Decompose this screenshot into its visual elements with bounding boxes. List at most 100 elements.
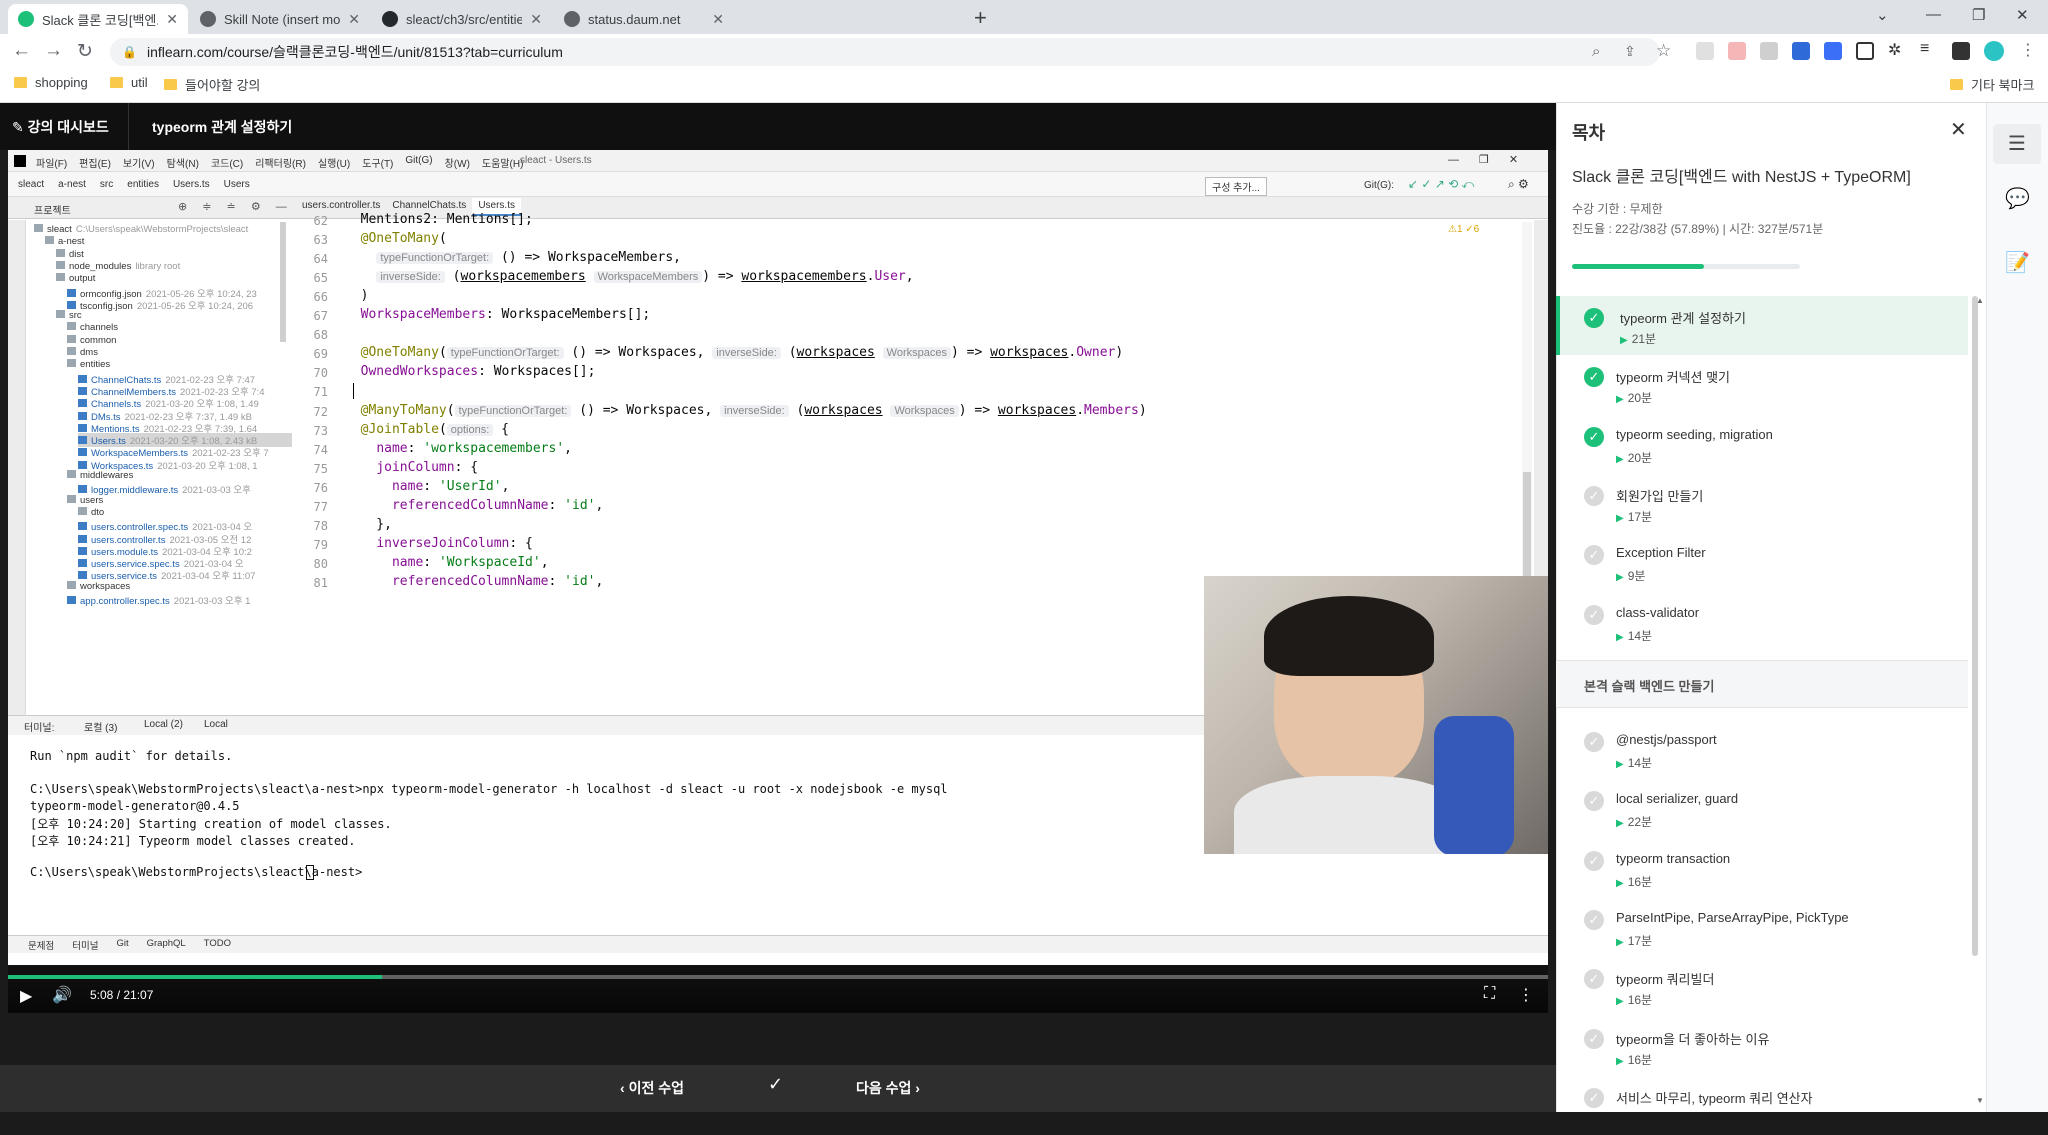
extensions-puzzle-icon[interactable]: ✲ — [1888, 40, 1901, 60]
menu-item[interactable]: 도움말(H) — [482, 155, 523, 170]
tree-node[interactable]: output — [56, 273, 95, 284]
git-actions[interactable]: ↙ ✓ ↗ ⟲ ⤺ — [1408, 177, 1474, 192]
lesson-item[interactable]: ✓ typeorm 커넥션 맺기 ▶ 20분 — [1556, 355, 1968, 414]
fullscreen-icon[interactable]: ⛶ — [1484, 985, 1495, 1003]
share-icon[interactable]: ⇪ — [1624, 43, 1636, 60]
play-icon[interactable]: ▶ — [20, 986, 32, 1006]
extension-icon[interactable] — [1824, 42, 1842, 60]
tree-node[interactable]: entities — [67, 359, 110, 370]
terminal-tab[interactable]: 터미널: — [24, 719, 54, 734]
tree-node[interactable]: middlewares — [67, 470, 133, 481]
tree-node[interactable]: dist — [56, 248, 84, 260]
tree-node[interactable]: src — [56, 310, 82, 321]
menu-item[interactable]: 코드(C) — [211, 155, 243, 170]
search-everywhere-icon[interactable]: ⌕ ⚙ — [1508, 177, 1529, 192]
tree-node[interactable]: tsconfig.json 2021-05-26 오후 10:24, 206 — [67, 298, 253, 312]
menu-item[interactable]: 리팩터링(R) — [255, 155, 306, 170]
tool-window-button[interactable]: 문제점 — [28, 938, 54, 952]
browser-tab[interactable]: Skill Note (insert mode) ✕ — [190, 4, 370, 34]
menu-item[interactable]: 도구(T) — [362, 155, 393, 170]
question-chat-icon[interactable]: 💬 — [2005, 186, 2030, 211]
tool-window-button[interactable]: GraphQL — [147, 938, 186, 952]
section-header[interactable]: 본격 슬랙 백엔드 만들기 — [1556, 660, 1968, 708]
terminal-tab[interactable]: Local — [204, 719, 228, 730]
lesson-item[interactable]: ✓ typeorm을 더 좋아하는 이유 ▶ 16분 — [1556, 1017, 1968, 1076]
extension-icon[interactable] — [1760, 42, 1778, 60]
volume-icon[interactable]: 🔊 — [52, 985, 72, 1005]
lesson-item[interactable]: ✓ ParseIntPipe, ParseArrayPipe, PickType ▶… — [1556, 898, 1968, 957]
back-icon[interactable]: ← — [12, 40, 31, 62]
side-panel-icon[interactable] — [1952, 42, 1970, 60]
tree-scrollbar[interactable] — [280, 222, 286, 342]
bookmark-other[interactable]: 기타 북마크 — [1950, 75, 2034, 94]
tool-window-button[interactable]: TODO — [204, 938, 231, 952]
video-progress-bar[interactable] — [8, 975, 1548, 979]
close-icon[interactable]: ✕ — [166, 11, 178, 28]
address-bar[interactable]: 🔒 inflearn.com/course/슬랙클론코딩-백엔드/unit/81… — [110, 38, 1660, 66]
minimize-button[interactable]: — — [1926, 6, 1941, 23]
browser-tab[interactable]: sleact/ch3/src/entities at master ✕ — [372, 4, 552, 34]
close-icon[interactable]: ✕ — [712, 11, 724, 28]
complete-check-button[interactable]: ✓ — [768, 1074, 783, 1095]
project-toolbar[interactable]: ⊕ ≑ ≐ ⚙ — — [178, 200, 293, 213]
menu-item[interactable]: Git(G) — [405, 155, 432, 170]
tree-node[interactable]: sleact C:\Users\speak\WebstormProjects\sl… — [34, 224, 248, 235]
note-icon[interactable]: 📝 — [2005, 250, 2030, 275]
scroll-down-icon[interactable]: ▼ — [1976, 1096, 1984, 1105]
breadcrumb-item[interactable]: Users.ts — [173, 179, 210, 190]
terminal-tab[interactable]: 로컬 (3) — [84, 719, 117, 734]
tree-node[interactable]: channels — [67, 322, 118, 333]
tree-node[interactable]: workspaces — [67, 580, 130, 592]
browser-tab[interactable]: Slack 클론 코딩[백엔드 with Ne ✕ — [8, 4, 188, 34]
breadcrumb-item[interactable]: Users — [224, 179, 250, 190]
bookmark-lectures[interactable]: 들어야할 강의 — [164, 75, 260, 94]
editor-scroll-thumb[interactable] — [1523, 472, 1531, 582]
tree-node[interactable]: node_modules library root — [56, 260, 180, 272]
tree-node[interactable]: users — [67, 494, 103, 506]
breadcrumb-item[interactable]: sleact — [18, 179, 44, 190]
tool-window-button[interactable]: 터미널 — [72, 938, 98, 952]
extension-icon[interactable] — [1728, 42, 1746, 60]
project-label[interactable]: 프로젝트 — [34, 202, 71, 217]
close-window-button[interactable]: ✕ — [2016, 6, 2029, 24]
menu-item[interactable]: 보기(V) — [123, 155, 155, 170]
tree-node[interactable]: app.controller.spec.ts 2021-03-03 오후 1 — [67, 593, 250, 607]
close-icon[interactable]: ✕ — [348, 11, 360, 28]
scroll-up-icon[interactable]: ▲ — [1976, 296, 1984, 305]
menu-item[interactable]: 편집(E) — [79, 155, 111, 170]
terminal-tab[interactable]: Local (2) — [144, 719, 183, 730]
lesson-item[interactable]: ✓ local serializer, guard ▶ 22분 — [1556, 779, 1968, 838]
menu-item[interactable]: 창(W) — [445, 155, 470, 170]
extension-icon[interactable] — [1856, 42, 1874, 60]
lesson-item[interactable]: ✓ typeorm 쿼리빌더 ▶ 16분 — [1556, 957, 1968, 1016]
tab-search-icon[interactable]: ⌄ — [1876, 6, 1889, 24]
dashboard-link[interactable]: ✎ 강의 대시보드 — [12, 117, 109, 137]
tool-window-button[interactable]: Git — [116, 938, 128, 952]
extension-icon[interactable] — [1696, 42, 1714, 60]
menu-item[interactable]: 실행(U) — [318, 155, 350, 170]
lesson-item[interactable]: ✓ typeorm 관계 설정하기 ▶ 21분 — [1556, 296, 1968, 355]
lesson-item[interactable]: ✓ typeorm transaction ▶ 16분 — [1556, 839, 1968, 898]
reload-icon[interactable]: ↻ — [77, 40, 93, 63]
restore-button[interactable]: ❐ — [1972, 6, 1985, 24]
next-lesson-button[interactable]: 다음 수업 › — [856, 1078, 920, 1098]
more-menu-icon[interactable]: ⋮ — [2020, 40, 2036, 60]
extension-icon[interactable] — [1792, 42, 1810, 60]
prev-lesson-button[interactable]: ‹ 이전 수업 — [620, 1078, 684, 1098]
breadcrumb-item[interactable]: entities — [127, 179, 159, 190]
add-configuration-button[interactable]: 구성 추가... — [1205, 177, 1267, 196]
menu-item[interactable]: 파일(F) — [36, 155, 67, 170]
reading-list-icon[interactable]: ≡ — [1920, 40, 1929, 58]
lesson-item[interactable]: ✓ @nestjs/passport ▶ 14분 — [1556, 720, 1968, 779]
forward-icon[interactable]: → — [44, 40, 63, 62]
lesson-item[interactable]: ✓ class-validator ▶ 14분 — [1556, 593, 1968, 652]
curriculum-list-icon[interactable]: ☰ — [1993, 124, 2041, 164]
close-icon[interactable]: ✕ — [1950, 117, 1967, 142]
tree-node[interactable]: dto — [78, 506, 104, 518]
sidebar-scrollbar[interactable] — [1972, 296, 1978, 956]
tree-node[interactable]: dms — [67, 347, 98, 358]
ide-window-controls[interactable]: —❐✕ — [1448, 153, 1538, 166]
zoom-icon[interactable]: ⌕ — [1592, 43, 1600, 60]
video-more-icon[interactable]: ⋮ — [1518, 985, 1534, 1005]
lesson-item[interactable]: ✓ Exception Filter ▶ 9분 — [1556, 533, 1968, 592]
